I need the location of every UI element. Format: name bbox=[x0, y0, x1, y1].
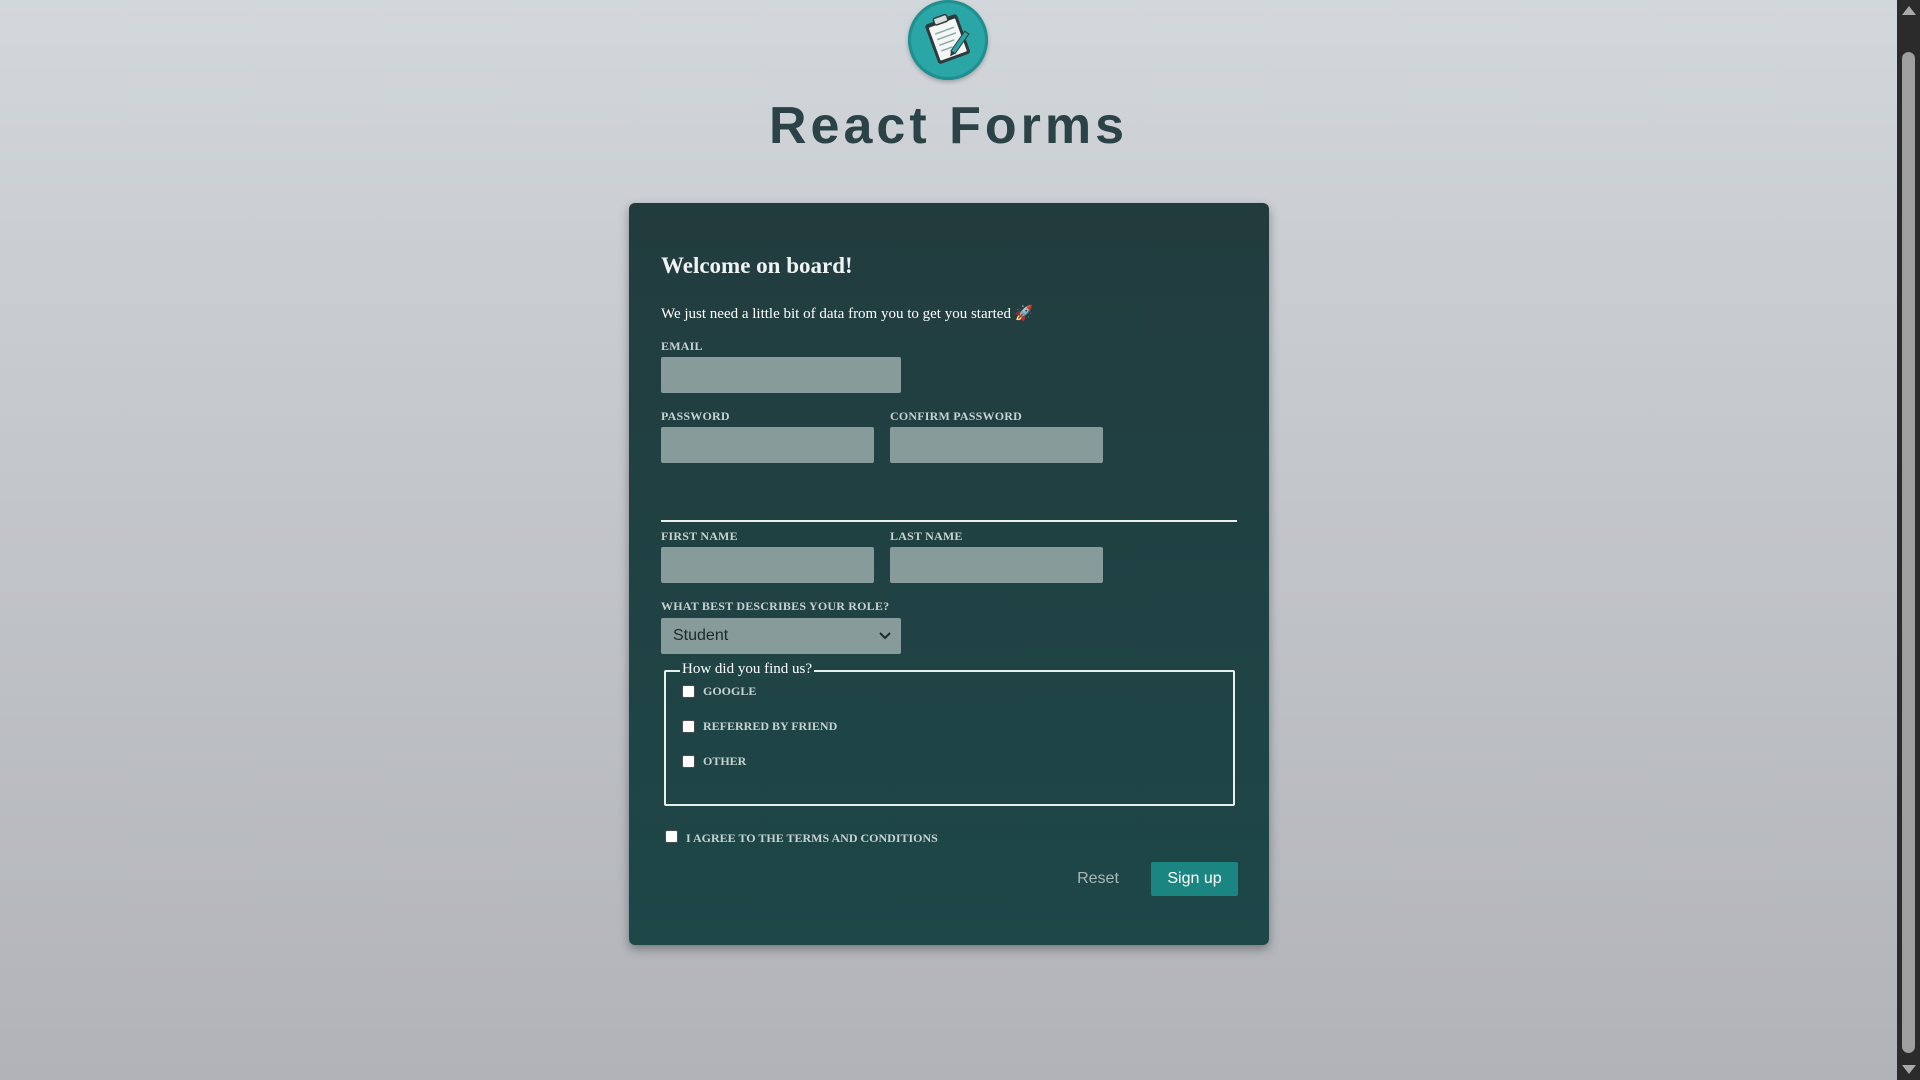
form-heading: Welcome on board! bbox=[661, 253, 853, 278]
scroll-down-arrow-icon[interactable] bbox=[1902, 1065, 1916, 1074]
confirm-password-label: CONFIRM PASSWORD bbox=[890, 409, 1022, 423]
logo bbox=[908, 0, 988, 80]
other-checkbox[interactable] bbox=[682, 755, 695, 768]
other-label: OTHER bbox=[703, 754, 747, 768]
form-intro: We just need a little bit of data from y… bbox=[661, 306, 1034, 322]
terms-row: I AGREE TO THE TERMS AND CONDITIONS bbox=[665, 829, 938, 845]
role-label: WHAT BEST DESCRIBES YOUR ROLE? bbox=[661, 599, 890, 613]
role-selected-value: Student bbox=[673, 627, 729, 644]
confirm-password-field[interactable] bbox=[890, 427, 1103, 463]
option-referred-by-friend: REFERRED BY FRIEND bbox=[682, 719, 837, 734]
found-us-fieldset: How did you find us? GOOGLE REFERRED BY … bbox=[664, 661, 1235, 806]
email-label: EMAIL bbox=[661, 339, 703, 353]
google-checkbox[interactable] bbox=[682, 685, 695, 698]
scroll-up-arrow-icon[interactable] bbox=[1902, 6, 1916, 15]
option-google: GOOGLE bbox=[682, 684, 756, 699]
last-name-field[interactable] bbox=[890, 547, 1103, 583]
found-us-legend: How did you find us? bbox=[680, 661, 814, 678]
password-label: PASSWORD bbox=[661, 409, 730, 423]
password-field[interactable] bbox=[661, 427, 874, 463]
signup-form-card: Welcome on board! We just need a little … bbox=[629, 203, 1269, 945]
referred-by-friend-checkbox[interactable] bbox=[682, 720, 695, 733]
scrollbar-thumb[interactable] bbox=[1902, 52, 1915, 1053]
section-divider bbox=[661, 520, 1237, 522]
signup-button[interactable]: Sign up bbox=[1151, 862, 1238, 896]
page-title: React Forms bbox=[769, 97, 1128, 155]
clipboard-icon bbox=[925, 13, 970, 64]
google-label: GOOGLE bbox=[703, 684, 757, 698]
terms-label: I AGREE TO THE TERMS AND CONDITIONS bbox=[686, 831, 938, 845]
page: React Forms Welcome on board! We just ne… bbox=[0, 0, 1897, 1080]
chevron-down-icon bbox=[879, 632, 891, 640]
option-other: OTHER bbox=[682, 754, 746, 769]
reset-button[interactable]: Reset bbox=[1061, 862, 1135, 896]
vertical-scrollbar[interactable] bbox=[1897, 0, 1920, 1080]
role-select[interactable]: Student bbox=[661, 618, 901, 654]
terms-checkbox[interactable] bbox=[665, 830, 678, 843]
last-name-label: LAST NAME bbox=[890, 529, 963, 543]
first-name-label: FIRST NAME bbox=[661, 529, 738, 543]
referred-by-friend-label: REFERRED BY FRIEND bbox=[703, 719, 838, 733]
first-name-field[interactable] bbox=[661, 547, 874, 583]
email-field[interactable] bbox=[661, 357, 901, 393]
